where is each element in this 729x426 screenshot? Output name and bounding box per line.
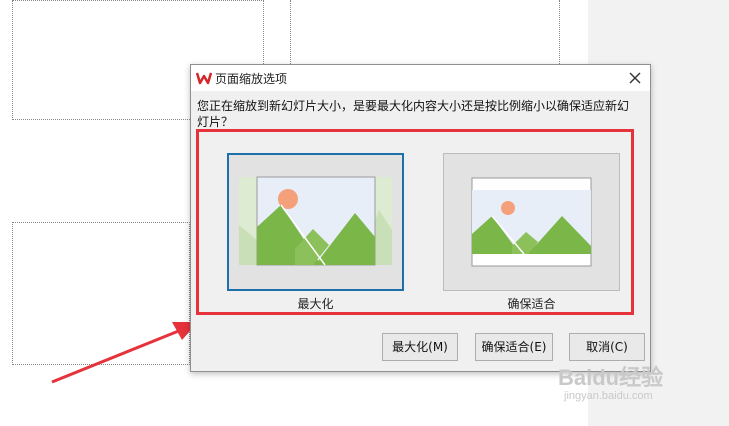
ensure-fit-button[interactable]: 确保适合(E)	[475, 333, 553, 361]
dialog-titlebar: 页面缩放选项	[191, 65, 650, 91]
watermark-logo: Baidu经验	[558, 365, 664, 390]
maximize-preview-icon	[239, 176, 392, 266]
maximize-option[interactable]	[227, 153, 404, 291]
close-icon[interactable]	[626, 69, 644, 87]
page-scale-dialog: 页面缩放选项 您正在缩放到新幻灯片大小，是要最大化内容大小还是按比例缩小以确保适…	[190, 64, 651, 372]
ensure-fit-option[interactable]	[443, 153, 620, 291]
wps-logo-icon	[196, 72, 212, 85]
maximize-option-label: 最大化	[297, 297, 334, 311]
cancel-button[interactable]: 取消(C)	[569, 333, 645, 361]
maximize-button[interactable]: 最大化(M)	[382, 333, 458, 361]
dialog-message: 您正在缩放到新幻灯片大小，是要最大化内容大小还是按比例缩小以确保适应新幻灯片？	[197, 99, 630, 129]
watermark-url: jingyan.baidu.com	[564, 390, 653, 402]
ensure-fit-option-label: 确保适合	[507, 297, 556, 311]
ensure-fit-preview-icon	[471, 177, 592, 267]
dialog-title: 页面缩放选项	[215, 72, 288, 86]
